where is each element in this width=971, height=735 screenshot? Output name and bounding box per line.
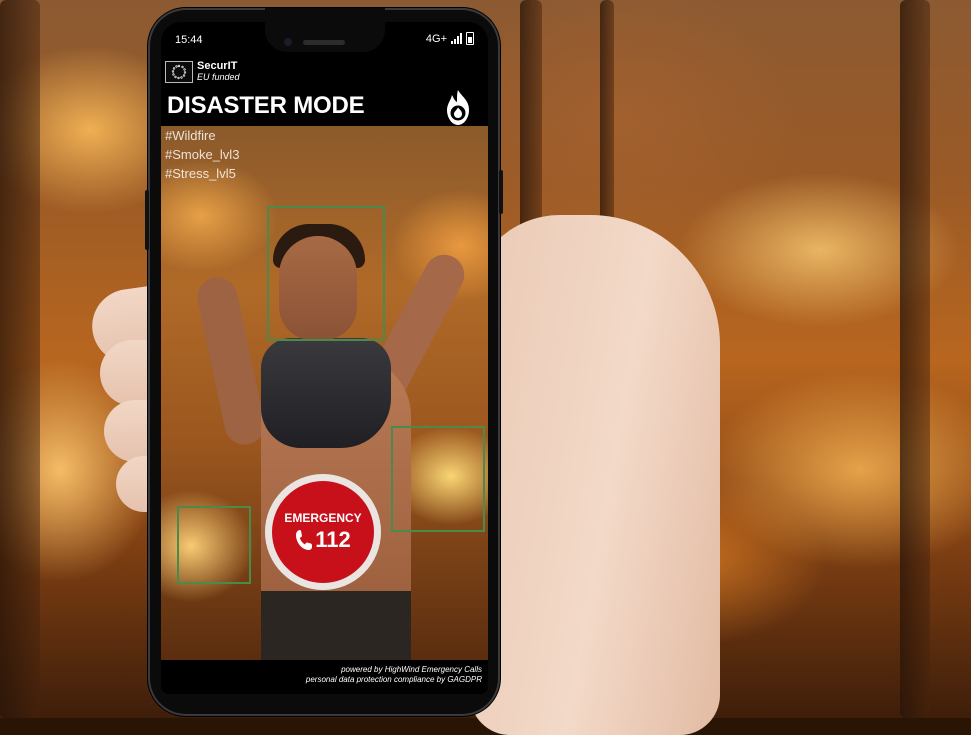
- battery-icon: [466, 32, 474, 45]
- network-type: 4G+: [425, 32, 447, 45]
- front-camera: [284, 38, 292, 46]
- fire-alert-icon[interactable]: [438, 88, 478, 128]
- footer-powered-by: powered by HighWind Emergency Calls: [341, 665, 482, 674]
- eu-flag-icon: [165, 61, 193, 83]
- status-indicators: 4G+: [426, 32, 474, 45]
- fire-detection-box: [391, 426, 485, 532]
- phone-screen: 15:44 4G+ SecurIT EU funded DISASTER MOD…: [161, 22, 488, 694]
- status-time: 15:44: [175, 34, 203, 46]
- footer-compliance: personal data protection compliance by G…: [305, 675, 482, 684]
- face-detection-box: [267, 206, 385, 341]
- volume-button: [145, 190, 149, 250]
- emergency-number: 112: [315, 527, 351, 552]
- power-button: [499, 170, 503, 214]
- brand-subtitle: EU funded: [197, 72, 240, 82]
- tag-smoke-level: #Smoke_lvl3: [165, 147, 240, 162]
- signal-icon: [451, 33, 462, 44]
- brand-name: SecurIT: [197, 60, 238, 72]
- title-bar: DISASTER MODE: [161, 86, 488, 128]
- emergency-label: EMERGENCY: [284, 511, 362, 525]
- footer: powered by HighWind Emergency Calls pers…: [161, 660, 488, 694]
- earpiece-speaker: [303, 40, 345, 45]
- person-shorts: [261, 591, 411, 660]
- phone-icon: [296, 530, 313, 551]
- tag-stress-level: #Stress_lvl5: [165, 166, 236, 181]
- tree-trunk: [900, 0, 930, 718]
- detected-tags: #Wildfire #Smoke_lvl3 #Stress_lvl5: [165, 126, 239, 183]
- page-title: DISASTER MODE: [167, 92, 365, 119]
- tag-wildfire: #Wildfire: [165, 128, 216, 143]
- person-scarf: [261, 338, 391, 448]
- person-arm: [193, 273, 269, 449]
- emergency-button-face[interactable]: EMERGENCY 112: [272, 481, 374, 583]
- emergency-call-button[interactable]: EMERGENCY 112: [265, 474, 381, 590]
- brand: SecurIT EU funded: [165, 60, 240, 84]
- hand: [470, 215, 720, 735]
- phone-notch: [265, 8, 385, 52]
- fire-detection-box: [177, 506, 251, 584]
- tree-trunk: [0, 0, 40, 718]
